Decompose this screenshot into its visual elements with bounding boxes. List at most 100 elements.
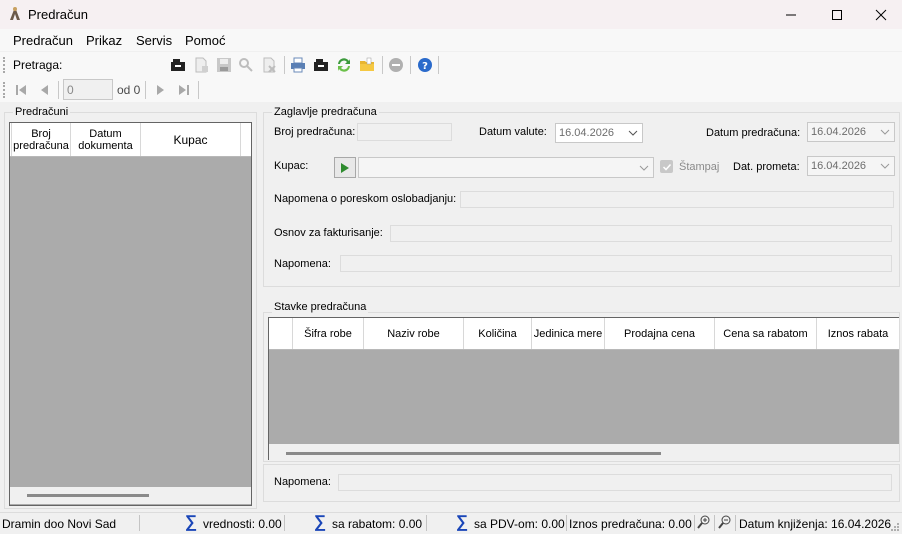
kupac-select-button[interactable] [334, 157, 356, 178]
datum-valute-value: 16.04.2026 [559, 127, 615, 139]
column-header-kolicina[interactable]: Količina [464, 318, 532, 349]
status-company: Dramin doo Novi Sad [2, 517, 117, 531]
open-folder-icon[interactable] [170, 57, 186, 73]
bottom-napomena-field[interactable] [338, 474, 892, 491]
refresh-icon[interactable] [336, 57, 352, 73]
help-icon[interactable]: ? [417, 57, 433, 73]
chevron-down-icon [639, 165, 649, 171]
menu-predracun[interactable]: Predračun [13, 33, 73, 48]
dat-prometa-picker[interactable]: 16.04.2026 [807, 156, 895, 176]
column-header-iznos-rabata[interactable]: Iznos rabata [817, 318, 899, 349]
toolbar-grip[interactable] [3, 82, 6, 98]
toolbar-separator [58, 81, 59, 99]
toolbar-separator [410, 56, 411, 74]
status-sa-rabatom: sa rabatom: 0.00 [332, 517, 423, 531]
sigma-icon: ∑ [456, 512, 469, 531]
menu-pomoc[interactable]: Pomoć [185, 33, 225, 48]
column-header-naziv[interactable]: Naziv robe [364, 318, 464, 349]
invoices-grid[interactable]: Broj predračuna Datum dokumenta Kupac [9, 122, 252, 506]
scrollbar-thumb[interactable] [286, 452, 661, 455]
toolbar-separator [145, 81, 146, 99]
status-separator [139, 515, 140, 531]
close-button[interactable] [858, 0, 902, 29]
record-position-input[interactable] [63, 79, 113, 100]
status-datum-knjizenja: Datum knjiženja: 16.04.2026 [739, 517, 892, 531]
new-document-icon[interactable] [193, 57, 209, 73]
maximize-icon [832, 9, 842, 20]
datum-valute-picker[interactable]: 16.04.2026 [555, 123, 643, 143]
datum-valute-label: Datum valute: [479, 126, 547, 138]
delete-document-icon[interactable] [261, 57, 277, 73]
chevron-down-icon [628, 130, 638, 136]
print-preview-icon[interactable] [313, 57, 329, 73]
column-header-broj[interactable]: Broj predračuna [12, 123, 71, 156]
toolbar-separator [438, 56, 439, 74]
maximize-button[interactable] [814, 0, 860, 29]
minimize-button[interactable] [768, 0, 814, 29]
svg-text:?: ? [422, 61, 428, 72]
title-bar [0, 0, 902, 29]
folder-icon[interactable] [359, 57, 375, 73]
find-icon[interactable] [238, 57, 254, 73]
search-label: Pretraga: [13, 58, 63, 72]
column-header-kupac[interactable]: Kupac [141, 123, 241, 156]
datum-predracuna-value: 16.04.2026 [811, 126, 867, 138]
checkmark-icon [662, 163, 671, 171]
zoom-out-icon[interactable] [718, 515, 732, 529]
column-header-sifra[interactable]: Šifra robe [293, 318, 364, 349]
cancel-icon[interactable] [388, 57, 404, 73]
resize-grip-icon[interactable] [890, 522, 900, 532]
datum-predracuna-picker[interactable]: 16.04.2026 [807, 122, 895, 142]
status-vrednosti: vrednosti: 0.00 [203, 517, 282, 531]
close-icon [875, 9, 887, 20]
dat-prometa-value: 16.04.2026 [811, 160, 867, 172]
next-record-icon[interactable] [152, 82, 168, 98]
minimize-icon [786, 14, 796, 15]
stampaj-checkbox[interactable] [660, 160, 673, 173]
status-iznos: Iznos predračuna: 0.00 [569, 517, 692, 531]
osnov-field[interactable] [390, 225, 892, 242]
invoices-hscrollbar[interactable] [10, 487, 251, 504]
dat-prometa-label: Dat. prometa: [733, 161, 800, 173]
napomena-pdv-field[interactable] [460, 191, 894, 208]
status-separator [735, 515, 736, 531]
status-sa-pdv: sa PDV-om: 0.00 [474, 517, 565, 531]
save-icon[interactable] [216, 57, 232, 73]
status-separator [694, 515, 695, 531]
stampaj-label: Štampaj [679, 161, 720, 173]
chevron-down-icon [880, 129, 890, 135]
print-icon[interactable] [290, 57, 306, 73]
record-count-label: od 0 [117, 83, 141, 97]
first-record-icon[interactable] [13, 82, 29, 98]
napomena-pdv-label: Napomena o poreskom oslobadjanju: [274, 193, 457, 205]
column-header-datum[interactable]: Datum dokumenta [71, 123, 141, 156]
scrollbar-thumb[interactable] [27, 494, 149, 497]
menu-prikaz[interactable]: Prikaz [86, 33, 122, 48]
window-title: Predračun [28, 7, 88, 22]
sigma-icon: ∑ [185, 512, 198, 531]
column-header-cena-rabat[interactable]: Cena sa rabatom [715, 318, 817, 349]
kupac-combobox[interactable] [358, 157, 654, 178]
column-header-jedinica[interactable]: Jedinica mere [532, 318, 605, 349]
invoice-header-group-title: Zaglavlje predračuna [272, 106, 379, 118]
items-hscrollbar[interactable] [269, 444, 899, 460]
napomena-label: Napomena: [274, 258, 331, 270]
status-separator [284, 515, 285, 531]
bottom-napomena-label: Napomena: [274, 476, 331, 488]
search-input[interactable] [63, 54, 163, 74]
status-separator [714, 515, 715, 531]
toolbar-grip[interactable] [3, 57, 6, 73]
column-header-prodajna[interactable]: Prodajna cena [605, 318, 715, 349]
menu-servis[interactable]: Servis [136, 33, 172, 48]
toolbar-separator [198, 81, 199, 99]
previous-record-icon[interactable] [37, 82, 53, 98]
broj-predracuna-field[interactable] [357, 123, 452, 141]
invoice-items-grid[interactable]: Šifra robe Naziv robe Količina Jedinica … [268, 317, 899, 460]
status-separator [566, 515, 567, 531]
invoice-items-group-title: Stavke predračuna [272, 301, 369, 313]
play-icon [341, 162, 349, 173]
last-record-icon[interactable] [176, 82, 192, 98]
zoom-in-icon[interactable] [697, 515, 711, 529]
toolbar-separator [382, 56, 383, 74]
napomena-field[interactable] [340, 255, 892, 272]
